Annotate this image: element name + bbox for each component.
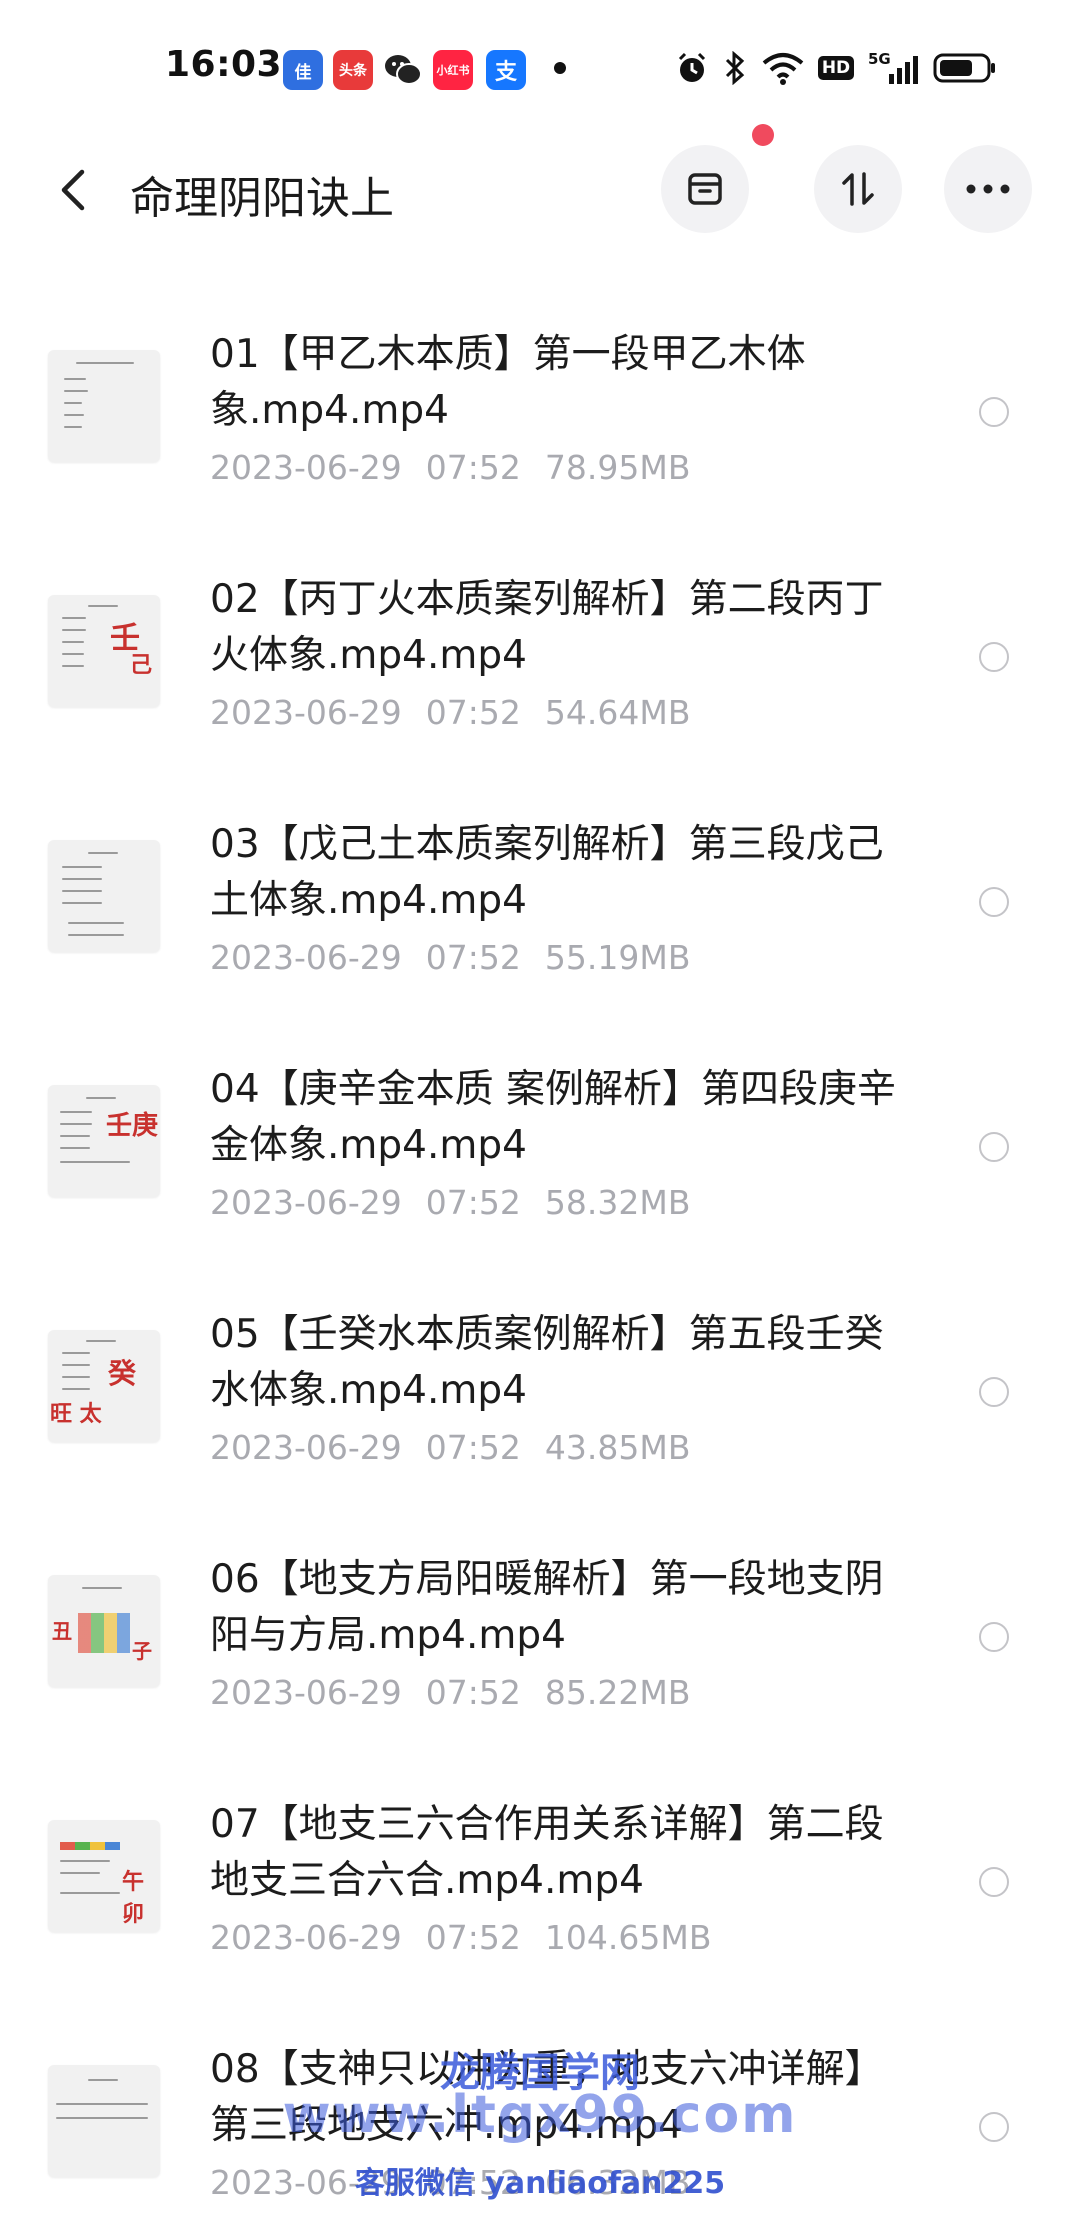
select-radio[interactable] xyxy=(979,1377,1009,1407)
file-meta: 2023-06-29 07:52 104.65MB xyxy=(210,1918,712,1957)
more-button[interactable] xyxy=(944,145,1032,233)
select-radio[interactable] xyxy=(979,397,1009,427)
file-thumbnail: 癸 旺 太 xyxy=(48,1330,160,1442)
file-thumbnail xyxy=(48,840,160,952)
list-item[interactable]: 03【戊己土本质案列解析】第三段戊己土体象.mp4.mp4 2023-06-29… xyxy=(0,790,1080,1035)
list-item[interactable]: 01【甲乙木本质】第一段甲乙木体象.mp4.mp4 2023-06-29 07:5… xyxy=(0,300,1080,545)
status-time: 16:03 xyxy=(165,44,283,85)
select-radio[interactable] xyxy=(979,1132,1009,1162)
select-radio[interactable] xyxy=(979,1622,1009,1652)
list-item[interactable]: 08【支神只以冲为重，地支六冲详解】第三段地支六冲.mp4.mp4 2023-0… xyxy=(0,2015,1080,2214)
file-thumbnail: 壬 己 xyxy=(48,595,160,707)
select-radio[interactable] xyxy=(979,642,1009,672)
list-item[interactable]: 壬 己 02【丙丁火本质案列解析】第二段丙丁火体象.mp4.mp4 2023-0… xyxy=(0,545,1080,790)
file-meta: 2023-06-29 07:52 55.19MB xyxy=(210,938,691,977)
file-name: 05【壬癸水本质案例解析】第五段壬癸水体象.mp4.mp4 xyxy=(210,1312,884,1413)
toutiao-icon: 头条 xyxy=(333,50,373,90)
file-name: 01【甲乙木本质】第一段甲乙木体象.mp4.mp4 xyxy=(210,332,806,433)
file-thumbnail: 丑 子 xyxy=(48,1575,160,1687)
file-name: 07【地支三六合作用关系详解】第二段地支三合六合.mp4.mp4 xyxy=(210,1802,884,1903)
xiaohongshu-icon: 小红书 xyxy=(433,50,473,90)
battery-icon xyxy=(930,48,1000,88)
status-bar: 16:03 佳 头条 小红书 支 HD 5G xyxy=(0,0,1080,140)
file-meta: 2023-06-29 07:52 43.85MB xyxy=(210,1428,691,1467)
header: 命理阴阳诀上 xyxy=(0,140,1080,240)
select-radio[interactable] xyxy=(979,1867,1009,1897)
file-name: 06【地支方局阳暖解析】第一段地支阴阳与方局.mp4.mp4 xyxy=(210,1557,884,1658)
file-thumbnail: 午卯 xyxy=(48,1820,160,1932)
wifi-icon xyxy=(760,48,806,88)
signal-icon: 5G xyxy=(868,48,918,88)
more-horizontal-icon xyxy=(966,184,1010,194)
list-item[interactable]: 癸 旺 太 05【壬癸水本质案例解析】第五段壬癸水体象.mp4.mp4 2023… xyxy=(0,1280,1080,1525)
page-title: 命理阴阳诀上 xyxy=(130,173,394,224)
select-radio[interactable] xyxy=(979,887,1009,917)
file-meta: 2023-06-29 07:52 66.32MB xyxy=(210,2163,691,2202)
chevron-left-icon xyxy=(61,169,85,211)
file-meta: 2023-06-29 07:52 54.64MB xyxy=(210,693,691,732)
sort-icon xyxy=(842,172,874,206)
file-thumbnail xyxy=(48,2065,160,2177)
select-radio[interactable] xyxy=(979,2112,1009,2142)
alarm-icon xyxy=(672,48,712,88)
wechat-icon xyxy=(383,50,423,90)
more-notifications-dot xyxy=(554,62,566,74)
file-name: 02【丙丁火本质案列解析】第二段丙丁火体象.mp4.mp4 xyxy=(210,577,884,678)
back-button[interactable] xyxy=(50,164,94,216)
archive-button[interactable] xyxy=(661,145,749,233)
hd-icon: HD xyxy=(817,48,855,88)
sort-button[interactable] xyxy=(814,145,902,233)
alipay-icon: 支 xyxy=(486,50,526,90)
file-thumbnail: 壬庚 xyxy=(48,1085,160,1197)
bluetooth-icon xyxy=(720,48,750,88)
file-thumbnail xyxy=(48,350,160,462)
list-item[interactable]: 壬庚 04【庚辛金本质 案例解析】第四段庚辛金体象.mp4.mp4 2023-0… xyxy=(0,1035,1080,1280)
jia-app-icon: 佳 xyxy=(283,50,323,90)
archive-icon xyxy=(688,173,722,205)
file-meta: 2023-06-29 07:52 78.95MB xyxy=(210,448,691,487)
screen: 16:03 佳 头条 小红书 支 HD 5G 命理阴阳诀上 01【甲乙木本质】第… xyxy=(0,0,1080,2214)
file-name: 03【戊己土本质案列解析】第三段戊己土体象.mp4.mp4 xyxy=(210,822,884,923)
list-item[interactable]: 丑 子 06【地支方局阳暖解析】第一段地支阴阳与方局.mp4.mp4 2023-… xyxy=(0,1525,1080,1770)
list-item[interactable]: 午卯 07【地支三六合作用关系详解】第二段地支三合六合.mp4.mp4 2023… xyxy=(0,1770,1080,2015)
file-name: 04【庚辛金本质 案例解析】第四段庚辛金体象.mp4.mp4 xyxy=(210,1067,897,1168)
file-name: 08【支神只以冲为重，地支六冲详解】第三段地支六冲.mp4.mp4 xyxy=(210,2047,884,2148)
file-meta: 2023-06-29 07:52 85.22MB xyxy=(210,1673,691,1712)
file-meta: 2023-06-29 07:52 58.32MB xyxy=(210,1183,691,1222)
